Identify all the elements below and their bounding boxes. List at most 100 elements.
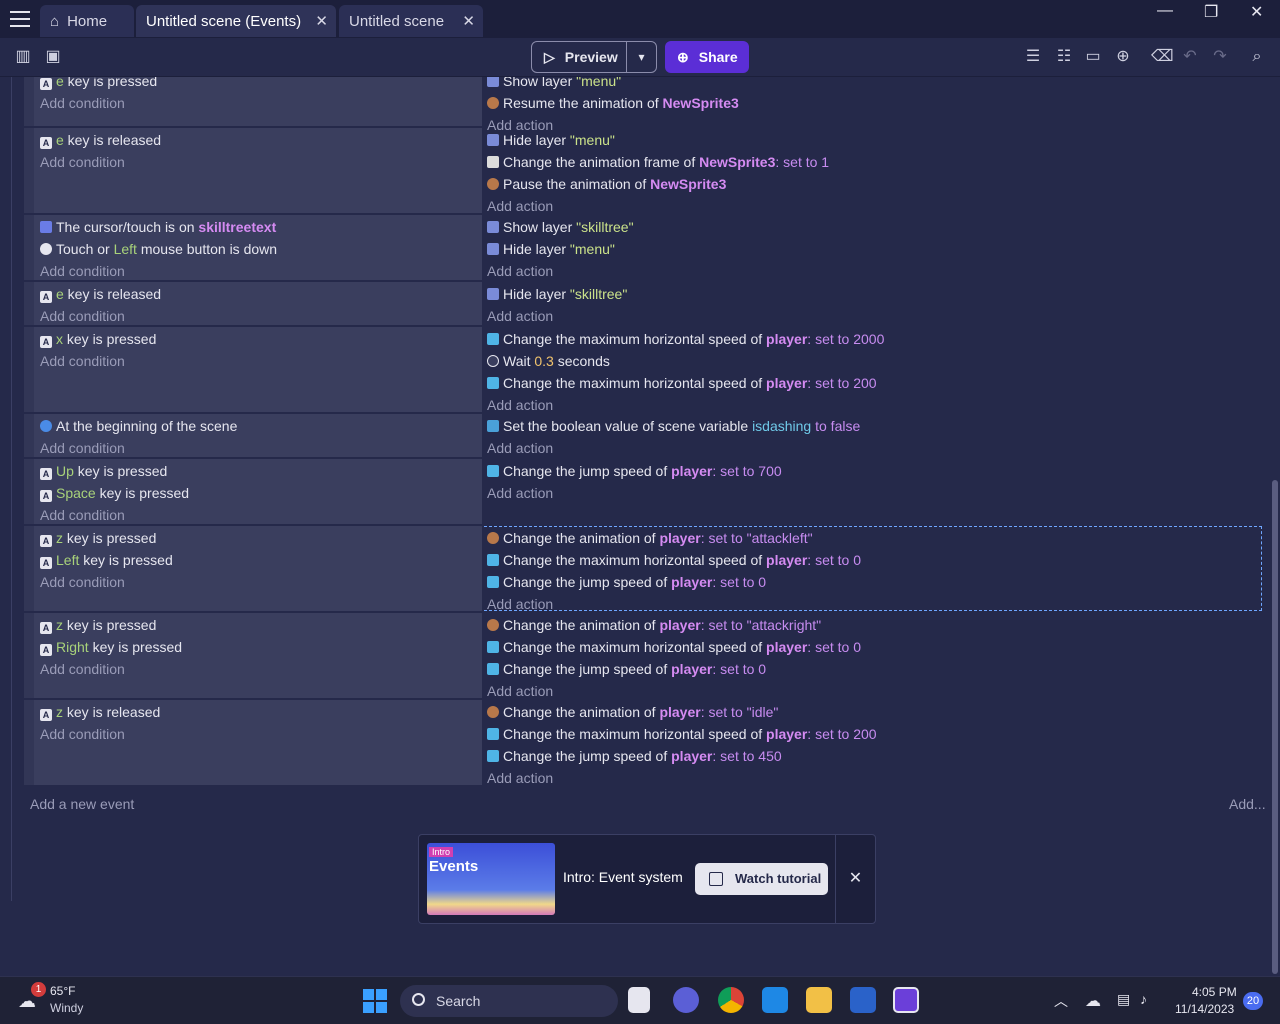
menu-icon[interactable] xyxy=(10,11,30,27)
action-line[interactable]: Wait 0.3 seconds xyxy=(487,351,610,371)
delete-icon[interactable]: ⌫ xyxy=(1151,48,1174,66)
condition-line[interactable]: Ae key is released xyxy=(40,284,161,304)
condition-line[interactable]: Ae key is pressed xyxy=(40,77,157,91)
share-button[interactable]: ⊕ Share xyxy=(665,41,749,73)
event-row[interactable]: Ax key is pressed Add condition Change the… xyxy=(24,327,1262,415)
file-explorer-icon[interactable] xyxy=(806,987,832,1013)
add-condition-link[interactable]: Add condition xyxy=(40,152,125,172)
windows-start-icon[interactable] xyxy=(363,989,387,1013)
condition-line[interactable]: At the beginning of the scene xyxy=(40,416,237,436)
condition-line[interactable]: Ae key is released xyxy=(40,130,161,150)
taskbar-search-input[interactable]: Search xyxy=(400,985,618,1017)
actions-panel[interactable]: Show layer "menu" Resume the animation of… xyxy=(482,77,1262,133)
comment-icon[interactable]: ▭ xyxy=(1084,48,1102,66)
conditions-panel[interactable]: Ae key is pressed Add condition xyxy=(24,77,482,126)
actions-panel[interactable]: Show layer "skilltree" Hide layer "menu" A… xyxy=(482,215,1262,280)
tab-home[interactable]: ⌂ Home xyxy=(40,5,134,37)
add-more-link[interactable]: Add... xyxy=(1229,796,1266,812)
save-icon[interactable]: ▣ xyxy=(44,48,62,66)
actions-panel[interactable]: Change the animation of player: set to "… xyxy=(482,613,1262,701)
search-icon[interactable]: ⌕ xyxy=(1248,48,1266,66)
close-icon[interactable]: ✕ xyxy=(462,12,475,30)
action-line[interactable]: Set the boolean value of scene variable … xyxy=(487,416,860,436)
actions-panel[interactable]: Change the animation of player: set to "… xyxy=(482,700,1262,788)
conditions-panel[interactable]: A Up key is pressed A Space key is pressed A… xyxy=(24,459,482,524)
conditions-panel[interactable]: The cursor/touch is on skilltreetext Touc… xyxy=(24,215,482,280)
event-row[interactable]: The cursor/touch is on skilltreetext Touc… xyxy=(24,215,1262,280)
panels-icon[interactable]: ▥ xyxy=(14,48,32,66)
tutorial-close-button[interactable]: ✕ xyxy=(835,835,875,923)
clock-date[interactable]: 11/14/2023 xyxy=(1175,1002,1234,1016)
actions-panel[interactable]: Change the jump speed of player: set to … xyxy=(482,459,1262,524)
teams-icon[interactable] xyxy=(673,987,699,1013)
watch-tutorial-button[interactable]: Watch tutorial xyxy=(695,863,828,895)
close-icon[interactable]: ✕ xyxy=(315,12,328,30)
add-icon[interactable]: ⊕ xyxy=(1114,48,1132,66)
weather-condition[interactable]: Windy xyxy=(50,1001,83,1015)
add-condition-link[interactable]: Add condition xyxy=(40,724,125,744)
action-line[interactable]: Change the jump speed of player: set to … xyxy=(487,461,782,481)
add-action-link[interactable]: Add action xyxy=(487,681,553,701)
tab-scene[interactable]: Untitled scene ✕ xyxy=(339,5,483,37)
add-condition-link[interactable]: Add condition xyxy=(40,351,125,371)
add-condition-link[interactable]: Add condition xyxy=(40,659,125,679)
action-line[interactable]: Change the maximum horizontal speed of p… xyxy=(487,637,861,657)
action-line[interactable]: Change the jump speed of player: set to … xyxy=(487,659,766,679)
condition-line[interactable]: Az key is pressed xyxy=(40,528,156,548)
actions-panel[interactable]: Change the animation of player: set to "… xyxy=(482,526,1262,612)
add-new-event-link[interactable]: Add a new event xyxy=(30,796,134,812)
task-view-icon[interactable] xyxy=(628,987,650,1013)
conditions-panel[interactable]: Az key is pressed A Left key is pressed Add… xyxy=(24,526,482,611)
action-line[interactable]: Change the animation of player: set to "… xyxy=(487,615,821,635)
action-line[interactable]: Change the maximum horizontal speed of p… xyxy=(487,550,861,570)
tutorial-thumbnail[interactable]: Intro Events xyxy=(427,843,555,915)
notification-center-badge[interactable]: 20 xyxy=(1243,992,1263,1010)
action-line[interactable]: Change the jump speed of player: set to … xyxy=(487,572,766,592)
action-line[interactable]: Change the animation of player: set to "… xyxy=(487,702,778,722)
volume-icon[interactable]: ♪ xyxy=(1140,991,1147,1007)
action-line[interactable]: Pause the animation of NewSprite3 xyxy=(487,174,726,194)
network-icon[interactable]: ▤ xyxy=(1117,991,1130,1008)
condition-line[interactable]: A Up key is pressed xyxy=(40,461,167,481)
event-row[interactable]: Az key is pressed A Right key is pressed Ad… xyxy=(24,613,1262,701)
action-line[interactable]: Change the jump speed of player: set to … xyxy=(487,746,782,766)
condition-line[interactable]: A Right key is pressed xyxy=(40,637,182,657)
add-action-link[interactable]: Add action xyxy=(487,395,553,415)
action-line[interactable]: Change the animation frame of NewSprite3… xyxy=(487,152,829,172)
mail-icon[interactable] xyxy=(762,987,788,1013)
preview-button[interactable]: ▷ Preview xyxy=(531,41,627,73)
preview-dropdown-button[interactable]: ▾ xyxy=(626,41,657,73)
action-line[interactable]: Show layer "menu" xyxy=(487,77,621,91)
action-line[interactable]: Change the maximum horizontal speed of p… xyxy=(487,373,877,393)
condition-line[interactable]: Ax key is pressed xyxy=(40,329,156,349)
conditions-panel[interactable]: Az key is released Add condition xyxy=(24,700,482,785)
minimize-icon[interactable]: — xyxy=(1157,2,1173,20)
add-action-link[interactable]: Add action xyxy=(487,261,553,281)
add-action-link[interactable]: Add action xyxy=(487,483,553,503)
onedrive-icon[interactable]: ☁ xyxy=(1085,991,1101,1011)
undo-icon[interactable]: ↶ xyxy=(1181,48,1199,66)
window-close-icon[interactable]: ✕ xyxy=(1250,2,1263,22)
add-condition-link[interactable]: Add condition xyxy=(40,572,125,592)
add-subevent-icon[interactable]: ☷ xyxy=(1055,48,1073,66)
gdevelop-icon[interactable] xyxy=(893,987,919,1013)
actions-panel[interactable]: Change the maximum horizontal speed of p… xyxy=(482,327,1262,415)
action-line[interactable]: Hide layer "menu" xyxy=(487,239,615,259)
chevron-up-icon[interactable]: ︿ xyxy=(1054,991,1068,1011)
event-row[interactable]: At the beginning of the scene Add conditi… xyxy=(24,414,1262,457)
action-line[interactable]: Change the maximum horizontal speed of p… xyxy=(487,329,884,349)
actions-panel[interactable]: Hide layer "menu" Change the animation fr… xyxy=(482,128,1262,216)
clock-time[interactable]: 4:05 PM xyxy=(1192,985,1237,999)
redo-icon[interactable]: ↷ xyxy=(1211,48,1229,66)
scrollbar[interactable] xyxy=(1272,480,1278,974)
add-action-link[interactable]: Add action xyxy=(487,196,553,216)
tab-scene-events[interactable]: Untitled scene (Events) ✕ xyxy=(136,5,336,37)
add-condition-link[interactable]: Add condition xyxy=(40,306,125,326)
event-row[interactable]: Az key is pressed A Left key is pressed Add… xyxy=(24,526,1262,612)
weather-temperature[interactable]: 65°F xyxy=(50,984,75,998)
condition-line[interactable]: Az key is pressed xyxy=(40,615,156,635)
action-line[interactable]: Show layer "skilltree" xyxy=(487,217,634,237)
add-action-link[interactable]: Add action xyxy=(487,768,553,788)
action-line[interactable]: Change the maximum horizontal speed of p… xyxy=(487,724,877,744)
add-condition-link[interactable]: Add condition xyxy=(40,505,125,525)
